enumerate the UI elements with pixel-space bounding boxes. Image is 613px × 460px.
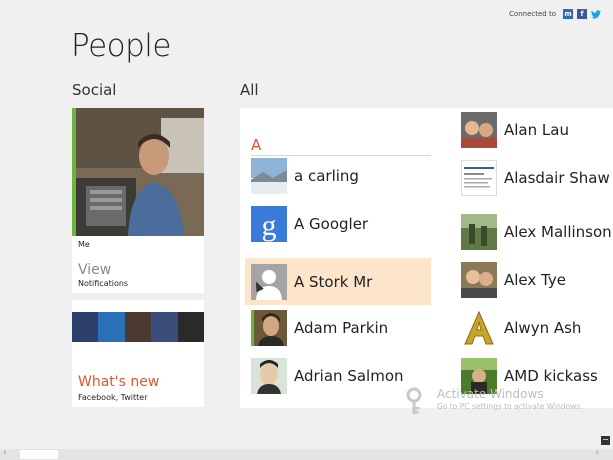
svg-text:g: g	[262, 209, 277, 242]
me-label: Me	[78, 240, 90, 249]
contact-name: Alex Mallinson	[504, 223, 612, 241]
social-section-label[interactable]: Social	[72, 81, 116, 99]
contact-avatar	[461, 112, 497, 148]
contact-avatar	[461, 160, 497, 196]
whats-new-photo-strip	[72, 312, 205, 342]
contact-name: AMD kickass	[504, 367, 598, 385]
connected-to-label: Connected to	[509, 10, 556, 18]
me-tile[interactable]: Me View Notifications	[72, 108, 204, 293]
contact-name: A Stork Mr	[294, 272, 373, 291]
contact-item[interactable]: Alex Mallinson	[455, 210, 613, 254]
contact-avatar	[461, 262, 497, 298]
contact-item[interactable]: Alasdair Shaw	[455, 156, 613, 200]
activate-windows-watermark: Activate Windows Go to PC settings to ac…	[404, 387, 583, 421]
view-label: View	[78, 262, 112, 278]
contact-name: Alex Tye	[504, 271, 566, 289]
group-letter-header[interactable]: A	[251, 136, 261, 154]
contact-item[interactable]: Alwyn Ash	[455, 306, 613, 350]
me-photo	[72, 108, 204, 236]
page-title: People	[71, 28, 172, 64]
scroll-left-icon[interactable]: ‹	[3, 448, 7, 458]
contact-name: Adam Parkin	[294, 319, 389, 337]
contact-item[interactable]: a carling	[245, 154, 431, 198]
contact-item[interactable]: g A Googler	[245, 202, 431, 246]
contact-item[interactable]: Alan Lau	[455, 108, 613, 152]
messenger-icon[interactable]: m	[563, 9, 573, 19]
contact-avatar	[251, 158, 287, 194]
contact-name: Adrian Salmon	[294, 367, 404, 385]
whats-new-tile[interactable]: What's new Facebook, Twitter	[72, 300, 205, 407]
notifications-label: Notifications	[78, 279, 129, 288]
zoom-out-button[interactable]: −	[601, 436, 610, 445]
facebook-icon[interactable]: f	[577, 9, 587, 19]
contact-name: Alwyn Ash	[504, 319, 582, 337]
watermark-subtitle: Go to PC settings to activate Windows.	[437, 402, 583, 411]
gold-a-icon	[461, 310, 497, 346]
connected-to-bar: Connected to m f	[509, 9, 601, 19]
all-section-label[interactable]: All	[240, 81, 259, 99]
contact-name: Alasdair Shaw	[504, 169, 610, 187]
contact-item[interactable]: Adam Parkin	[245, 306, 431, 350]
horizontal-scrollbar[interactable]: ‹ ›	[0, 448, 613, 460]
whats-new-title: What's new	[78, 374, 160, 390]
google-icon: g	[251, 206, 287, 242]
scrollbar-thumb[interactable]	[20, 450, 58, 459]
contact-name: a carling	[294, 167, 359, 185]
contact-avatar	[461, 214, 497, 250]
contact-name: Alan Lau	[504, 121, 569, 139]
contact-item-selected[interactable]: A Stork Mr	[245, 258, 431, 305]
contact-avatar	[251, 310, 287, 346]
key-icon	[404, 387, 434, 421]
contact-avatar	[251, 358, 287, 394]
watermark-title: Activate Windows	[437, 387, 544, 401]
twitter-icon[interactable]	[591, 9, 601, 19]
scroll-right-icon[interactable]: ›	[595, 448, 599, 458]
contact-name: A Googler	[294, 215, 369, 233]
all-contacts-panel: A a carling g A Googler A Stork Mr Adam …	[240, 108, 613, 408]
whats-new-sources: Facebook, Twitter	[78, 393, 148, 402]
contact-item[interactable]: Alex Tye	[455, 258, 613, 302]
